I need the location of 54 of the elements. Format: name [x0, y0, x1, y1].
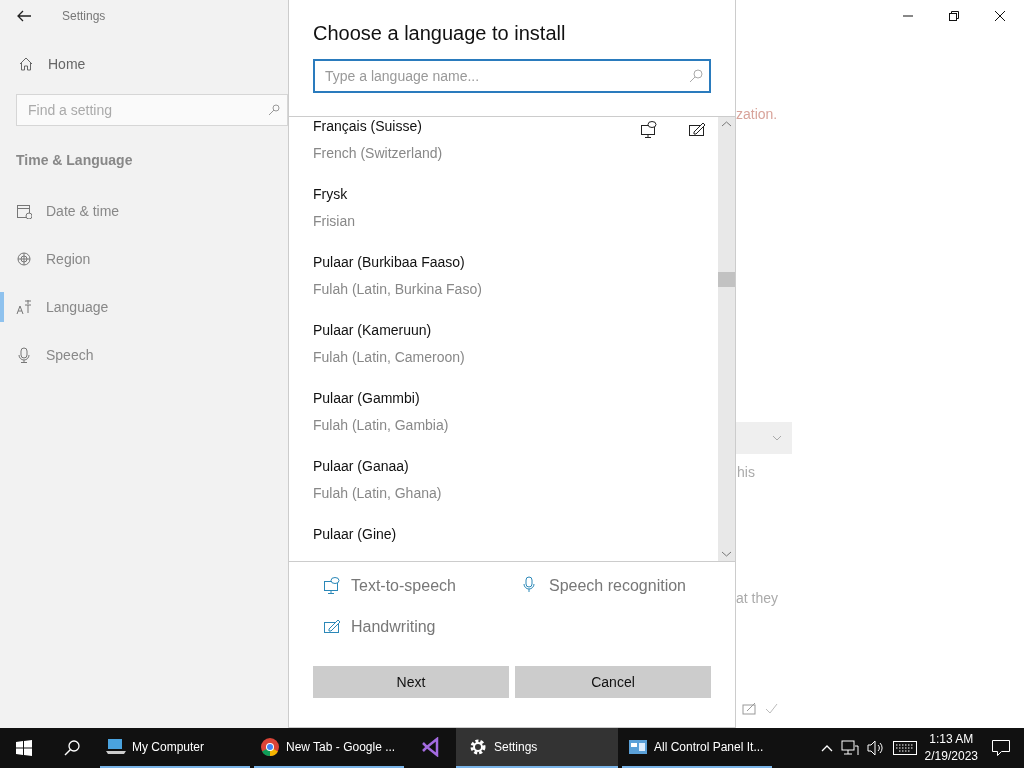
- spellcheck-icon: [764, 701, 778, 715]
- legend-label: Text-to-speech: [351, 576, 456, 595]
- list-item[interactable]: Frysk Frisian: [313, 185, 718, 253]
- partial-text: at they: [736, 590, 779, 606]
- home-nav-item[interactable]: Home: [18, 56, 86, 72]
- partial-text: his: [736, 464, 755, 480]
- keyboard-icon[interactable]: [892, 741, 917, 755]
- speaker-icon[interactable]: [866, 740, 885, 756]
- restore-icon[interactable]: [948, 10, 960, 22]
- calendar-clock-icon: [16, 203, 32, 219]
- taskbar-button[interactable]: All Control Panel It...: [622, 728, 772, 768]
- handwriting-icon: [323, 617, 341, 636]
- microphone-icon: [16, 347, 32, 363]
- scrollbar[interactable]: [718, 117, 735, 561]
- taskbar-button[interactable]: New Tab - Google ...: [254, 728, 404, 768]
- list-item[interactable]: Pulaar (Ganaa) Fulah (Latin, Ghana): [313, 457, 718, 525]
- chevron-up-icon[interactable]: [820, 744, 833, 752]
- browser-logo-icon: [260, 737, 280, 757]
- windows-logo-icon[interactable]: [16, 740, 32, 756]
- dialog-title: Choose a language to install: [313, 22, 567, 45]
- network-icon[interactable]: [840, 740, 859, 756]
- home-icon: [18, 56, 34, 72]
- partial-text: zation.: [736, 106, 778, 122]
- dialog-button[interactable]: Next: [313, 666, 509, 698]
- taskbar-button[interactable]: Settings: [456, 728, 618, 768]
- gear-icon: [468, 737, 488, 757]
- dialog-button[interactable]: Cancel: [515, 666, 711, 698]
- list-item[interactable]: Pulaar (Gine): [313, 525, 718, 561]
- taskbar-button[interactable]: My Computer: [100, 728, 250, 768]
- search-icon[interactable]: [64, 740, 80, 756]
- section-heading: Time & Language: [16, 152, 133, 168]
- legend-label: Speech recognition: [549, 576, 686, 595]
- control-panel-icon: [628, 737, 648, 757]
- search-icon: [268, 104, 280, 116]
- list-item[interactable]: Pulaar (Kameruun) Fulah (Latin, Cameroon): [313, 321, 718, 389]
- notification-icon[interactable]: [992, 740, 1010, 756]
- globe-icon: [16, 251, 32, 267]
- window-title: Settings: [62, 9, 106, 23]
- list-item[interactable]: Français (Suisse) French (Switzerland): [313, 117, 718, 185]
- search-field[interactable]: Type a language name...: [313, 59, 711, 93]
- list-item[interactable]: Pulaar (Burkibaa Faaso) Fulah (Latin, Burkina Faso): [313, 253, 718, 321]
- back-arrow-icon[interactable]: [16, 8, 32, 24]
- dropdown-field[interactable]: [736, 422, 792, 454]
- language-icon: [16, 299, 32, 315]
- chevron-down-icon: [772, 435, 782, 441]
- close-icon[interactable]: [994, 10, 1006, 22]
- clock[interactable]: 1:13 AM 2/19/2023: [924, 731, 978, 765]
- handwriting-icon: [742, 701, 758, 715]
- text-to-speech-icon: [323, 576, 341, 595]
- legend-label: Handwriting: [351, 617, 436, 636]
- search-icon: [689, 69, 703, 83]
- scrollbar-thumb[interactable]: [718, 272, 735, 287]
- laptop-icon: [106, 737, 126, 757]
- list-item[interactable]: Pulaar (Gammbi) Fulah (Latin, Gambia): [313, 389, 718, 457]
